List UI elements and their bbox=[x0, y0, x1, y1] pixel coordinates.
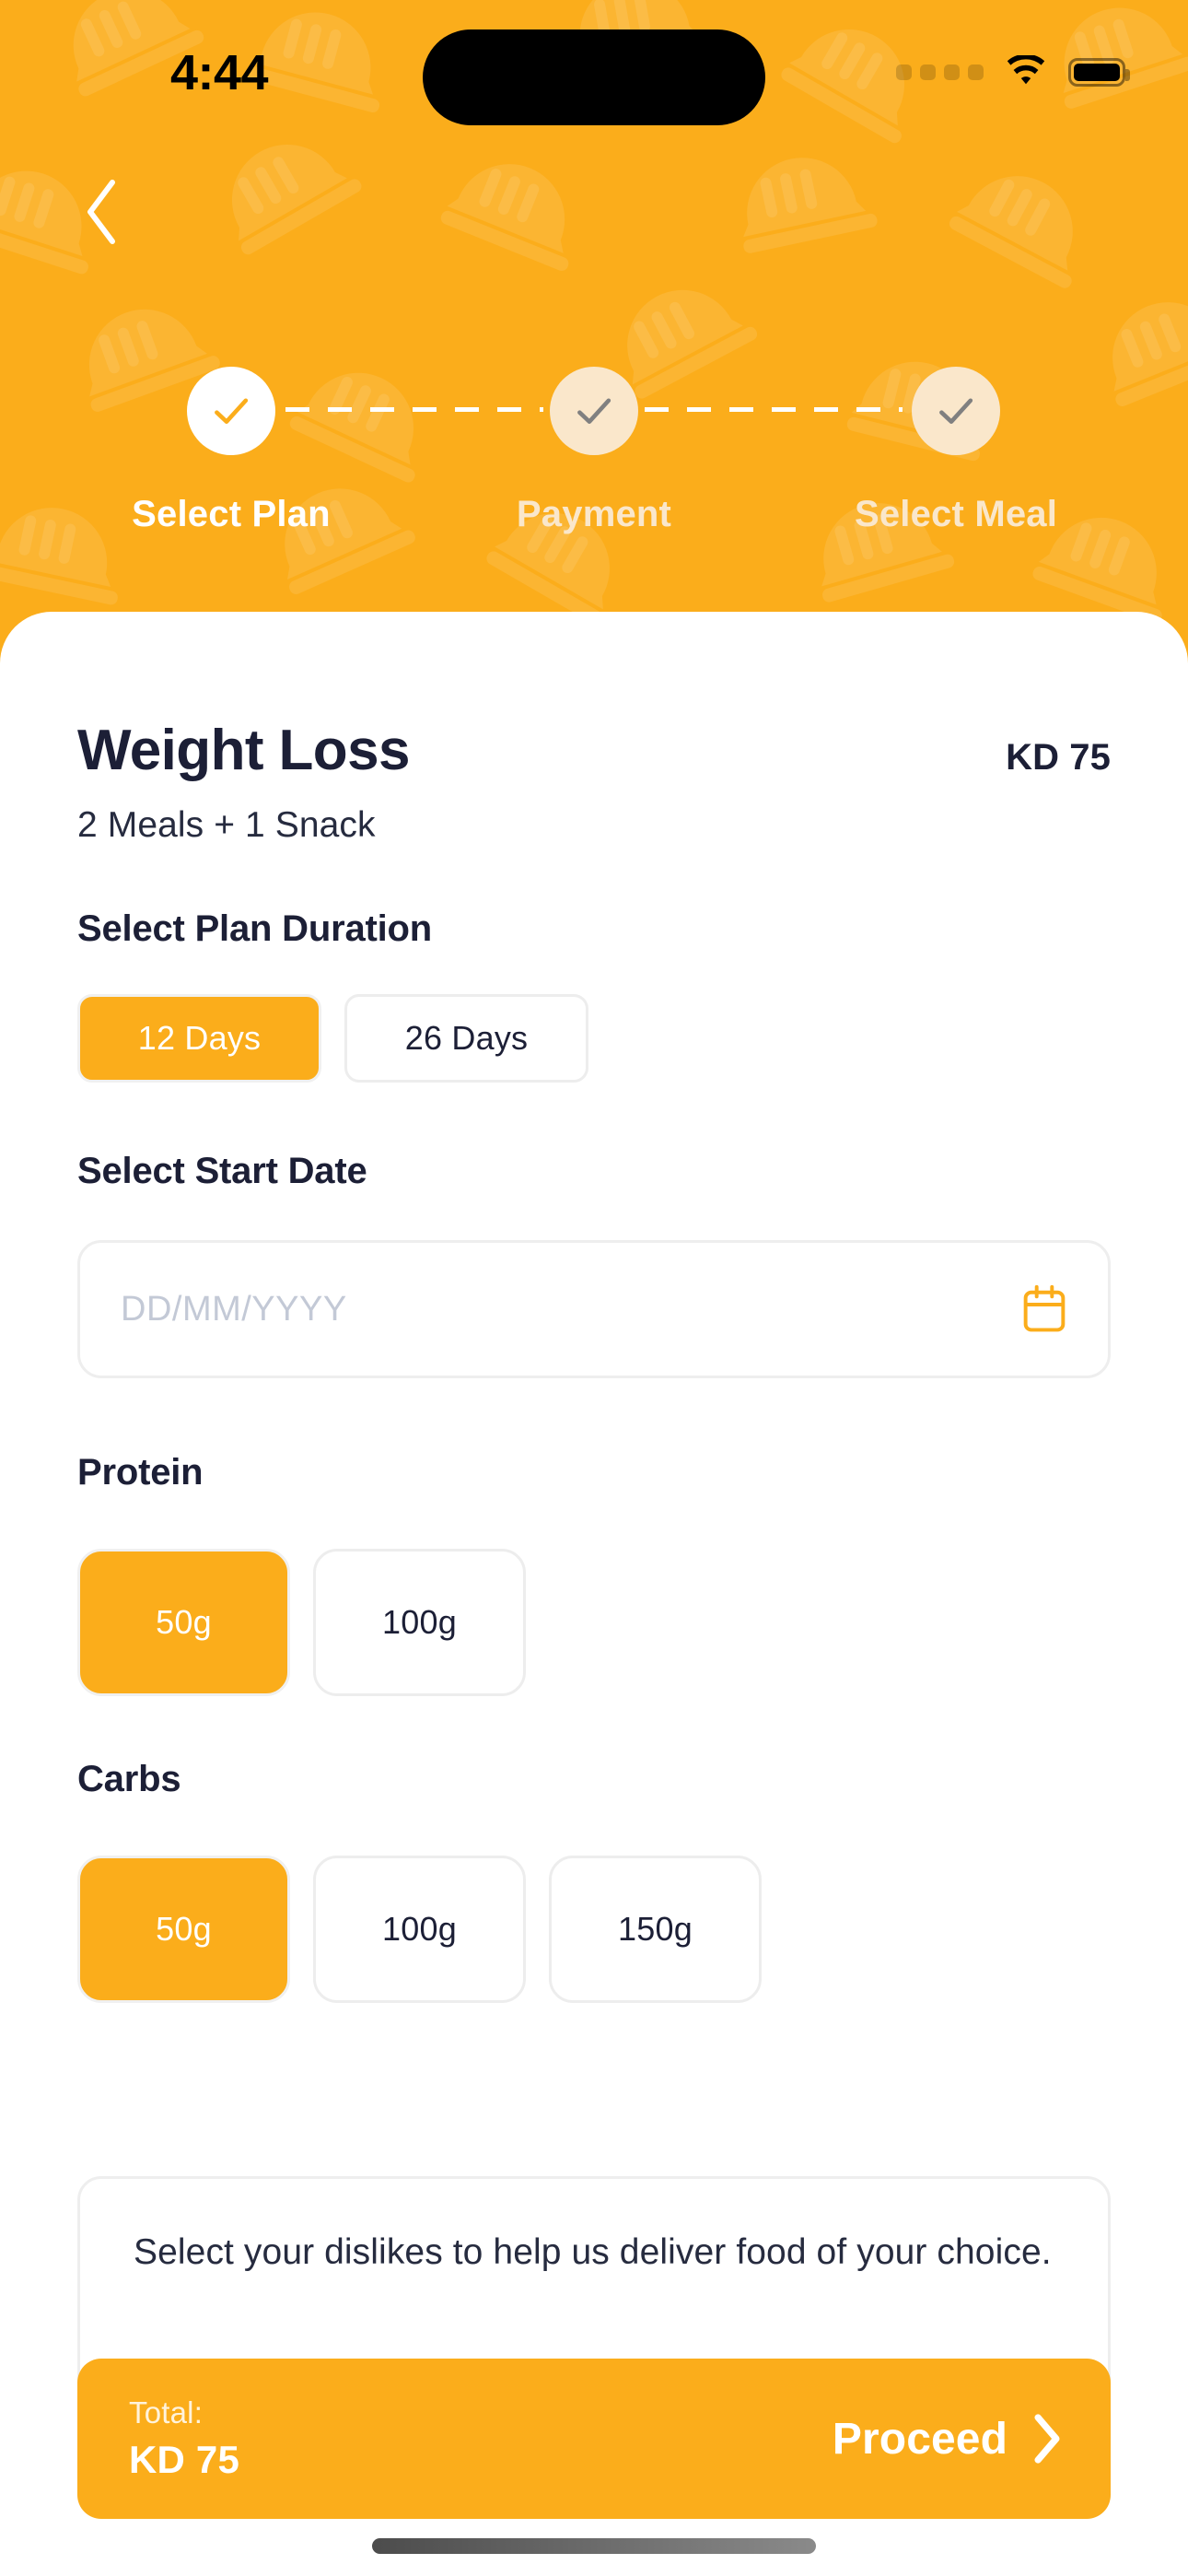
stepper-step-select-plan[interactable]: Select Plan bbox=[93, 367, 369, 535]
step-circle-payment bbox=[550, 367, 638, 455]
duration-option-12-days[interactable]: 12 Days bbox=[77, 994, 321, 1083]
check-icon bbox=[939, 398, 973, 424]
duration-option-label: 26 Days bbox=[404, 1019, 529, 1057]
battery-icon bbox=[1068, 57, 1130, 87]
wifi-icon bbox=[1007, 55, 1045, 85]
protein-options: 50g 100g bbox=[77, 1549, 1111, 1696]
plan-duration-options: 12 Days 26 Days bbox=[77, 994, 1111, 1083]
progress-stepper: Select Plan Payment Select Meal bbox=[0, 367, 1188, 569]
carbs-options: 50g 100g 150g bbox=[77, 1856, 1111, 2003]
duration-option-26-days[interactable]: 26 Days bbox=[344, 994, 588, 1083]
stepper-label-select-meal: Select Meal bbox=[854, 494, 1058, 534]
carbs-option-label: 150g bbox=[618, 1910, 693, 1948]
carbs-option-100g[interactable]: 100g bbox=[313, 1856, 526, 2003]
protein-option-label: 50g bbox=[156, 1603, 212, 1641]
stepper-label-payment: Payment bbox=[516, 494, 672, 534]
calendar-icon[interactable] bbox=[1021, 1284, 1067, 1334]
status-bar-time: 4:44 bbox=[170, 45, 269, 100]
section-label-carbs: Carbs bbox=[77, 1759, 181, 1799]
plan-subtitle: 2 Meals + 1 Snack bbox=[77, 805, 376, 845]
bottom-total-bar: Total: KD 75 Proceed bbox=[77, 2359, 1111, 2519]
dynamic-island bbox=[423, 29, 765, 125]
chevron-left-icon bbox=[87, 180, 115, 244]
duration-option-label: 12 Days bbox=[137, 1019, 262, 1057]
carbs-option-label: 100g bbox=[382, 1910, 457, 1948]
chevron-right-icon bbox=[1034, 2414, 1060, 2464]
stepper-step-payment[interactable]: Payment bbox=[456, 367, 732, 535]
protein-option-label: 100g bbox=[382, 1603, 457, 1641]
total-label: Total: bbox=[129, 2395, 204, 2430]
protein-option-50g[interactable]: 50g bbox=[77, 1549, 290, 1696]
protein-option-100g[interactable]: 100g bbox=[313, 1549, 526, 1696]
plan-header: Weight Loss KD 75 bbox=[77, 612, 1111, 783]
status-bar: 4:44 bbox=[0, 0, 1188, 129]
stepper-label-select-plan: Select Plan bbox=[132, 494, 331, 534]
step-circle-select-meal bbox=[912, 367, 1000, 455]
start-date-placeholder: DD/MM/YYYY bbox=[121, 1289, 347, 1329]
status-bar-indicators bbox=[896, 55, 1130, 88]
total-value: KD 75 bbox=[129, 2438, 240, 2481]
app-screen: 4:44 Select Plan Payment Select Meal Wei… bbox=[0, 0, 1188, 2576]
step-circle-select-plan bbox=[187, 367, 275, 455]
signal-dots-icon bbox=[896, 64, 984, 80]
carbs-option-150g[interactable]: 150g bbox=[549, 1856, 762, 2003]
page-title: Weight Loss bbox=[77, 719, 410, 782]
section-label-protein: Protein bbox=[77, 1452, 204, 1493]
plan-price: KD 75 bbox=[1006, 737, 1111, 778]
check-icon bbox=[215, 398, 249, 424]
proceed-label: Proceed bbox=[832, 2414, 1007, 2464]
start-date-field[interactable]: DD/MM/YYYY bbox=[77, 1240, 1111, 1378]
total-summary: Total: KD 75 bbox=[129, 2395, 239, 2482]
dislikes-description: Select your dislikes to help us deliver … bbox=[134, 2232, 1052, 2272]
section-label-start-date: Select Start Date bbox=[77, 1151, 367, 1191]
carbs-option-50g[interactable]: 50g bbox=[77, 1856, 290, 2003]
content-sheet: Weight Loss KD 75 2 Meals + 1 Snack Sele… bbox=[0, 612, 1188, 2576]
proceed-button[interactable]: Proceed bbox=[833, 2413, 1063, 2465]
back-button[interactable] bbox=[57, 168, 146, 256]
carbs-option-label: 50g bbox=[156, 1910, 212, 1948]
check-icon bbox=[577, 398, 611, 424]
stepper-step-select-meal[interactable]: Select Meal bbox=[818, 367, 1094, 535]
home-indicator[interactable] bbox=[372, 2538, 816, 2554]
section-label-plan-duration: Select Plan Duration bbox=[77, 908, 432, 949]
